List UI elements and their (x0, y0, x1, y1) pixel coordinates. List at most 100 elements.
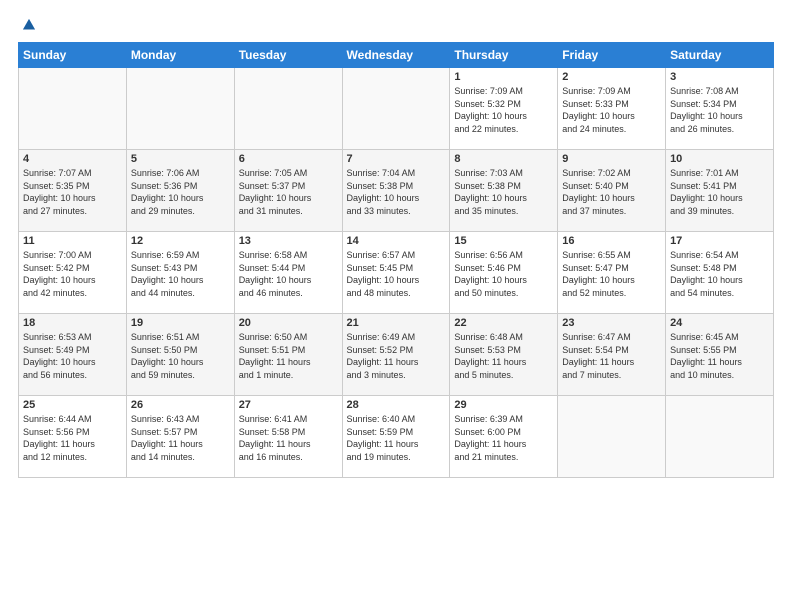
day-number: 13 (239, 235, 338, 247)
weekday-header: Thursday (450, 43, 558, 68)
calendar-week-row: 11 Sunrise: 7:00 AM Sunset: 5:42 PM Dayli… (19, 232, 774, 314)
day-number: 12 (131, 235, 230, 247)
day-info: Sunrise: 6:55 AM Sunset: 5:47 PM Dayligh… (562, 249, 661, 299)
day-info: Sunrise: 7:06 AM Sunset: 5:36 PM Dayligh… (131, 167, 230, 217)
calendar-cell: 5 Sunrise: 7:06 AM Sunset: 5:36 PM Daylig… (126, 150, 234, 232)
day-number: 14 (347, 235, 446, 247)
day-info: Sunrise: 6:45 AM Sunset: 5:55 PM Dayligh… (670, 331, 769, 381)
day-number: 26 (131, 399, 230, 411)
day-info: Sunrise: 7:07 AM Sunset: 5:35 PM Dayligh… (23, 167, 122, 217)
day-info: Sunrise: 7:08 AM Sunset: 5:34 PM Dayligh… (670, 85, 769, 135)
day-info: Sunrise: 6:54 AM Sunset: 5:48 PM Dayligh… (670, 249, 769, 299)
calendar-cell: 26 Sunrise: 6:43 AM Sunset: 5:57 PM Dayli… (126, 396, 234, 478)
day-number: 19 (131, 317, 230, 329)
calendar-cell (126, 68, 234, 150)
logo-icon (20, 16, 38, 34)
calendar-cell (234, 68, 342, 150)
day-number: 15 (454, 235, 553, 247)
calendar-cell: 29 Sunrise: 6:39 AM Sunset: 6:00 PM Dayli… (450, 396, 558, 478)
day-number: 22 (454, 317, 553, 329)
day-number: 1 (454, 71, 553, 83)
calendar-header: SundayMondayTuesdayWednesdayThursdayFrid… (19, 43, 774, 68)
calendar-cell: 3 Sunrise: 7:08 AM Sunset: 5:34 PM Daylig… (666, 68, 774, 150)
day-info: Sunrise: 7:09 AM Sunset: 5:32 PM Dayligh… (454, 85, 553, 135)
calendar-cell: 11 Sunrise: 7:00 AM Sunset: 5:42 PM Dayli… (19, 232, 127, 314)
calendar-cell: 17 Sunrise: 6:54 AM Sunset: 5:48 PM Dayli… (666, 232, 774, 314)
weekday-header: Sunday (19, 43, 127, 68)
day-info: Sunrise: 6:44 AM Sunset: 5:56 PM Dayligh… (23, 413, 122, 463)
day-info: Sunrise: 6:53 AM Sunset: 5:49 PM Dayligh… (23, 331, 122, 381)
day-info: Sunrise: 7:05 AM Sunset: 5:37 PM Dayligh… (239, 167, 338, 217)
calendar-cell: 27Sunrise: 6:41 AM Sunset: 5:58 PM Dayli… (234, 396, 342, 478)
day-number: 8 (454, 153, 553, 165)
weekday-header: Saturday (666, 43, 774, 68)
day-number: 2 (562, 71, 661, 83)
day-info: Sunrise: 7:04 AM Sunset: 5:38 PM Dayligh… (347, 167, 446, 217)
day-info: Sunrise: 6:58 AM Sunset: 5:44 PM Dayligh… (239, 249, 338, 299)
calendar-cell: 9Sunrise: 7:02 AM Sunset: 5:40 PM Daylig… (558, 150, 666, 232)
calendar-week-row: 4 Sunrise: 7:07 AM Sunset: 5:35 PM Daylig… (19, 150, 774, 232)
calendar-cell (342, 68, 450, 150)
calendar-cell: 6 Sunrise: 7:05 AM Sunset: 5:37 PM Daylig… (234, 150, 342, 232)
calendar-cell: 10 Sunrise: 7:01 AM Sunset: 5:41 PM Dayli… (666, 150, 774, 232)
day-number: 25 (23, 399, 122, 411)
calendar-cell: 25 Sunrise: 6:44 AM Sunset: 5:56 PM Dayli… (19, 396, 127, 478)
day-number: 4 (23, 153, 122, 165)
day-number: 6 (239, 153, 338, 165)
day-info: Sunrise: 7:02 AM Sunset: 5:40 PM Dayligh… (562, 167, 661, 217)
day-number: 3 (670, 71, 769, 83)
calendar-cell: 4 Sunrise: 7:07 AM Sunset: 5:35 PM Daylig… (19, 150, 127, 232)
day-info: Sunrise: 7:00 AM Sunset: 5:42 PM Dayligh… (23, 249, 122, 299)
calendar-cell: 7 Sunrise: 7:04 AM Sunset: 5:38 PM Daylig… (342, 150, 450, 232)
day-info: Sunrise: 6:56 AM Sunset: 5:46 PM Dayligh… (454, 249, 553, 299)
logo (18, 16, 38, 34)
day-info: Sunrise: 6:51 AM Sunset: 5:50 PM Dayligh… (131, 331, 230, 381)
day-number: 16 (562, 235, 661, 247)
calendar-cell: 16 Sunrise: 6:55 AM Sunset: 5:47 PM Dayli… (558, 232, 666, 314)
day-number: 29 (454, 399, 553, 411)
calendar-cell: 21 Sunrise: 6:49 AM Sunset: 5:52 PM Dayli… (342, 314, 450, 396)
day-info: Sunrise: 6:59 AM Sunset: 5:43 PM Dayligh… (131, 249, 230, 299)
calendar-cell: 2 Sunrise: 7:09 AM Sunset: 5:33 PM Daylig… (558, 68, 666, 150)
day-info: Sunrise: 7:01 AM Sunset: 5:41 PM Dayligh… (670, 167, 769, 217)
day-info: Sunrise: 6:43 AM Sunset: 5:57 PM Dayligh… (131, 413, 230, 463)
calendar-cell: 20 Sunrise: 6:50 AM Sunset: 5:51 PM Dayli… (234, 314, 342, 396)
day-number: 18 (23, 317, 122, 329)
day-number: 11 (23, 235, 122, 247)
day-info: Sunrise: 6:57 AM Sunset: 5:45 PM Dayligh… (347, 249, 446, 299)
weekday-header: Wednesday (342, 43, 450, 68)
day-number: 7 (347, 153, 446, 165)
calendar-cell: 23 Sunrise: 6:47 AM Sunset: 5:54 PM Dayli… (558, 314, 666, 396)
day-info: Sunrise: 6:41 AM Sunset: 5:58 PM Dayligh… (239, 413, 338, 463)
day-number: 23 (562, 317, 661, 329)
calendar-table: SundayMondayTuesdayWednesdayThursdayFrid… (18, 42, 774, 478)
calendar-cell: 19 Sunrise: 6:51 AM Sunset: 5:50 PM Dayli… (126, 314, 234, 396)
calendar-cell (558, 396, 666, 478)
day-info: Sunrise: 7:03 AM Sunset: 5:38 PM Dayligh… (454, 167, 553, 217)
calendar-week-row: 1 Sunrise: 7:09 AM Sunset: 5:32 PM Daylig… (19, 68, 774, 150)
weekday-header: Friday (558, 43, 666, 68)
calendar-cell (19, 68, 127, 150)
day-number: 10 (670, 153, 769, 165)
calendar-body: 1 Sunrise: 7:09 AM Sunset: 5:32 PM Daylig… (19, 68, 774, 478)
calendar-cell: 12 Sunrise: 6:59 AM Sunset: 5:43 PM Dayli… (126, 232, 234, 314)
day-info: Sunrise: 6:40 AM Sunset: 5:59 PM Dayligh… (347, 413, 446, 463)
calendar-cell: 24Sunrise: 6:45 AM Sunset: 5:55 PM Dayli… (666, 314, 774, 396)
day-info: Sunrise: 6:47 AM Sunset: 5:54 PM Dayligh… (562, 331, 661, 381)
day-number: 21 (347, 317, 446, 329)
day-info: Sunrise: 6:49 AM Sunset: 5:52 PM Dayligh… (347, 331, 446, 381)
day-info: Sunrise: 6:39 AM Sunset: 6:00 PM Dayligh… (454, 413, 553, 463)
day-info: Sunrise: 6:50 AM Sunset: 5:51 PM Dayligh… (239, 331, 338, 381)
day-number: 5 (131, 153, 230, 165)
calendar-cell: 18 Sunrise: 6:53 AM Sunset: 5:49 PM Dayli… (19, 314, 127, 396)
calendar-week-row: 18 Sunrise: 6:53 AM Sunset: 5:49 PM Dayli… (19, 314, 774, 396)
calendar-cell (666, 396, 774, 478)
calendar-cell: 22 Sunrise: 6:48 AM Sunset: 5:53 PM Dayli… (450, 314, 558, 396)
calendar-cell: 14 Sunrise: 6:57 AM Sunset: 5:45 PM Dayli… (342, 232, 450, 314)
calendar-cell: 13 Sunrise: 6:58 AM Sunset: 5:44 PM Dayli… (234, 232, 342, 314)
day-info: Sunrise: 6:48 AM Sunset: 5:53 PM Dayligh… (454, 331, 553, 381)
day-info: Sunrise: 7:09 AM Sunset: 5:33 PM Dayligh… (562, 85, 661, 135)
day-number: 20 (239, 317, 338, 329)
page-header (18, 16, 774, 34)
day-number: 17 (670, 235, 769, 247)
